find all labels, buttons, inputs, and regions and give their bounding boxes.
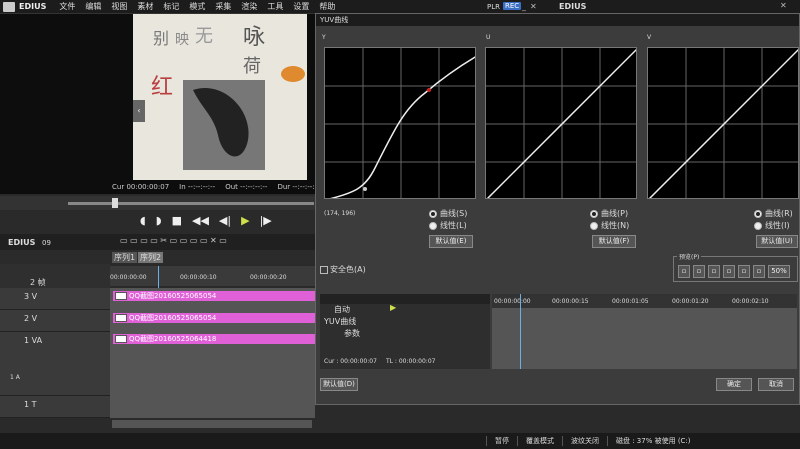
menu-capture[interactable]: 采集	[210, 1, 236, 12]
clip-1va[interactable]: QQ截图20160525064418	[113, 334, 315, 344]
tab-seq1[interactable]: 序列1	[112, 252, 138, 263]
dialog-title: YUV曲线	[316, 14, 799, 26]
preview-group: 预览(P) ▫ ▫ ▫ ▫ ▫ ▫ 50%	[673, 252, 798, 282]
y-linear-radio[interactable]: 线性(L)	[429, 220, 467, 231]
tab-seq2[interactable]: 序列2	[138, 252, 164, 263]
play-icon[interactable]: ▶	[241, 214, 249, 227]
svg-text:无: 无	[195, 26, 213, 47]
timeline-toolbar-2: 序列1 序列2	[0, 250, 315, 264]
ok-button[interactable]: 确定	[716, 378, 752, 391]
step-back-icon[interactable]: ◀|	[219, 214, 231, 227]
recorder-title: EDIUS	[555, 0, 800, 13]
menu-render[interactable]: 渲染	[236, 1, 262, 12]
menu-settings[interactable]: 设置	[288, 1, 314, 12]
status-pause: 暂停	[486, 436, 517, 446]
svg-text:咏: 咏	[243, 25, 265, 50]
menu-mode[interactable]: 模式	[184, 1, 210, 12]
v-reset-button[interactable]: 默认值(U)	[756, 235, 798, 248]
timeline-ruler[interactable]: 00:00:00:00 00:00:00:10 00:00:00:20	[110, 266, 315, 286]
step-forward-icon[interactable]: |▶	[260, 214, 272, 227]
track-1va[interactable]: 1 VA 1 A	[0, 332, 110, 396]
plr-label[interactable]: PLR	[487, 3, 500, 11]
curve-coordinate: (174, 196)	[324, 210, 356, 217]
track-2v[interactable]: 2 V	[0, 310, 110, 332]
y-curve-graph[interactable]	[324, 47, 476, 199]
svg-text:映: 映	[175, 32, 189, 48]
window-buttons: _ ✕	[522, 2, 537, 11]
cancel-button[interactable]: 取消	[758, 378, 794, 391]
minimize-icon[interactable]: _	[522, 2, 526, 11]
clip-2v[interactable]: QQ截图20160525065054	[113, 313, 315, 323]
u-curve-radio[interactable]: 曲线(P)	[590, 208, 628, 219]
keyframe-tracks: 自动 ▶ YUV曲线 参数 Cur : 00:00:00:07 TL : 00:…	[320, 294, 490, 369]
y-curve-radio[interactable]: 曲线(S)	[429, 208, 467, 219]
set-out-icon[interactable]: ◗	[156, 214, 162, 227]
kf-track-yuv[interactable]: YUV曲线	[324, 316, 356, 327]
clip-thumbnail	[115, 292, 127, 300]
svg-text:别: 别	[153, 29, 169, 48]
rewind-icon[interactable]: ◀◀	[192, 214, 209, 227]
track-1t[interactable]: 1 T	[0, 396, 110, 418]
v-linear-radio[interactable]: 线性(I)	[754, 220, 790, 231]
previous-arrow-icon[interactable]: ‹	[133, 100, 145, 122]
menu-bar: EDIUS 文件 编辑 视图 素材 标记 模式 采集 渲染 工具 设置 帮助	[0, 0, 555, 14]
u-reset-button[interactable]: 默认值(F)	[592, 235, 636, 248]
close-icon[interactable]: ✕	[530, 2, 537, 11]
status-ripple: 波纹关闭	[562, 436, 607, 446]
app-brand: EDIUS	[19, 2, 47, 11]
status-bar: 暂停 覆盖模式 波纹关闭 磁盘 : 37% 被使用 (C:)	[0, 433, 800, 449]
scrub-handle[interactable]	[112, 198, 118, 208]
status-overwrite: 覆盖模式	[517, 436, 562, 446]
yuv-curve-dialog: YUV曲线 Y U V (174, 196) 曲线(S) 线性(L) 默认值(E…	[315, 13, 800, 405]
v-curve-graph[interactable]	[647, 47, 799, 199]
timecode-bar: Cur 00:00:00:07 In --:--:--:-- Out --:--…	[112, 183, 320, 191]
menu-file[interactable]: 文件	[54, 1, 80, 12]
kf-mode-select[interactable]: 自动	[334, 304, 350, 315]
preview-mode-4-icon[interactable]: ▫	[723, 265, 735, 278]
preview-percent[interactable]: 50%	[768, 265, 790, 278]
menu-marker[interactable]: 标记	[158, 1, 184, 12]
preview-mode-5-icon[interactable]: ▫	[738, 265, 750, 278]
timeline-controls: 2 帧	[0, 264, 110, 288]
zoom-select[interactable]: 2 帧	[30, 277, 46, 288]
stop-icon[interactable]: ■	[172, 214, 182, 227]
close-icon[interactable]: ✕	[780, 1, 787, 10]
menu-tools[interactable]: 工具	[262, 1, 288, 12]
preview-mode-1-icon[interactable]: ▫	[678, 265, 690, 278]
clip-thumbnail	[115, 335, 127, 343]
y-reset-button[interactable]: 默认值(E)	[429, 235, 473, 248]
scrub-track[interactable]	[68, 202, 314, 205]
kf-track-params[interactable]: 参数	[344, 328, 360, 339]
kf-play-icon[interactable]: ▶	[390, 303, 396, 312]
status-disk: 磁盘 : 37% 被使用 (C:)	[607, 436, 699, 446]
kf-playhead[interactable]	[520, 294, 521, 369]
timeline-scrollbar[interactable]	[112, 420, 312, 428]
preview-mode-3-icon[interactable]: ▫	[708, 265, 720, 278]
svg-text:红: 红	[151, 75, 173, 100]
rec-badge[interactable]: REC	[503, 2, 522, 10]
preview-mode-6-icon[interactable]: ▫	[753, 265, 765, 278]
v-curve-radio[interactable]: 曲线(R)	[754, 208, 793, 219]
menu-help[interactable]: 帮助	[314, 1, 340, 12]
fish-image	[183, 80, 265, 170]
timeline-toolbar-icons[interactable]: ▭ ▭ ▭ ▭ ✂ ▭ ▭ ▭ ▭ ✕ ▭	[120, 236, 227, 245]
clip-3v[interactable]: QQ截图20160525065054	[113, 291, 315, 301]
timeline-header: EDIUS 09 ▭ ▭ ▭ ▭ ✂ ▭ ▭ ▭ ▭ ✕ ▭	[0, 234, 315, 250]
clip-thumbnail	[115, 314, 127, 322]
u-linear-radio[interactable]: 线性(N)	[590, 220, 629, 231]
preview-mode-buttons: ▫ ▫ ▫ ▫ ▫ ▫ 50%	[678, 265, 790, 278]
keyframe-timeline[interactable]: 00:00:00:00 00:00:00:15 00:00:01:05 00:0…	[492, 294, 797, 369]
u-curve-graph[interactable]	[485, 47, 637, 199]
safe-color-checkbox[interactable]: 安全色(A)	[320, 264, 366, 275]
menu-view[interactable]: 视图	[106, 1, 132, 12]
menu-edit[interactable]: 编辑	[80, 1, 106, 12]
svg-text:荷: 荷	[243, 56, 261, 77]
track-3v[interactable]: 3 V	[0, 288, 110, 310]
playback-controls: ◖ ◗ ■ ◀◀ ◀| ▶ |▶	[140, 214, 272, 227]
edius-logo-icon	[3, 1, 15, 12]
reset-all-button[interactable]: 默认值(D)	[320, 378, 358, 391]
set-in-icon[interactable]: ◖	[140, 214, 146, 227]
menu-clip[interactable]: 素材	[132, 1, 158, 12]
preview-mode-2-icon[interactable]: ▫	[693, 265, 705, 278]
